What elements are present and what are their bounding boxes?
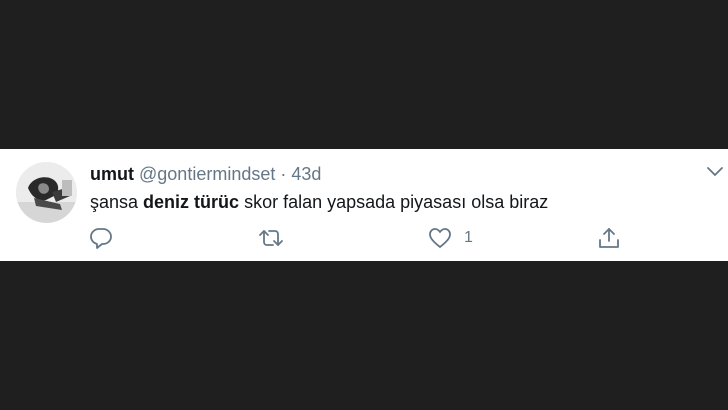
tweet-text: şansa deniz türüc skor falan yapsada piy… <box>90 191 548 213</box>
like-button[interactable]: 1 <box>428 227 473 249</box>
retweet-button[interactable] <box>258 227 284 249</box>
avatar[interactable] <box>16 162 77 223</box>
tweet-text-end: skor falan yapsada piyasası olsa biraz <box>239 192 549 212</box>
author-handle[interactable]: @gontiermindset <box>139 164 275 184</box>
author-name[interactable]: umut <box>90 164 134 184</box>
like-count: 1 <box>464 229 473 246</box>
avatar-image <box>16 162 77 223</box>
reply-button[interactable] <box>89 227 113 249</box>
heart-icon <box>429 228 451 248</box>
timestamp[interactable]: 43d <box>291 164 321 184</box>
retweet-icon <box>259 230 283 246</box>
share-icon <box>599 228 619 248</box>
tweet-card[interactable]: umut @gontiermindset · 43d şansa deniz t… <box>0 149 728 261</box>
separator-dot: · <box>280 164 287 184</box>
share-button[interactable] <box>597 227 621 249</box>
tweet-text-start: şansa <box>90 192 144 212</box>
reply-icon <box>90 228 112 249</box>
chevron-down-icon[interactable] <box>706 165 724 177</box>
tweet-header: umut @gontiermindset · 43d <box>90 163 321 185</box>
bold-mention: deniz türüc <box>143 192 240 212</box>
